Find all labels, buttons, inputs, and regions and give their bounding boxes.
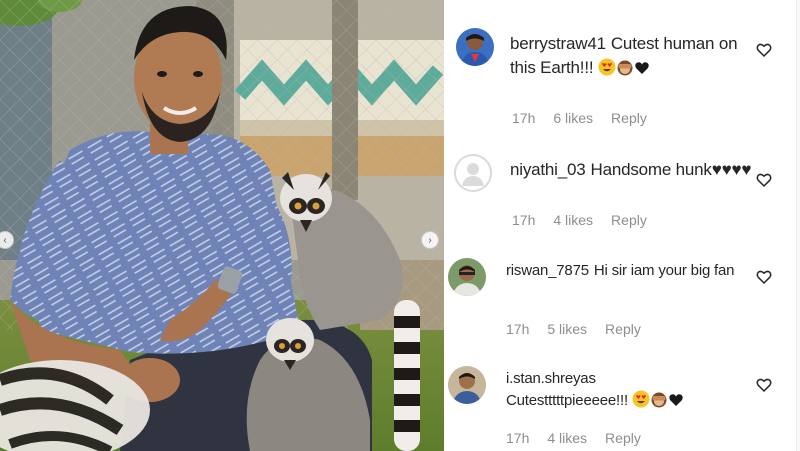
comment-likes[interactable]: 4 likes — [553, 212, 593, 228]
carousel-next-button[interactable]: › — [421, 231, 439, 249]
comment-likes[interactable]: 5 likes — [547, 321, 587, 337]
like-heart-icon[interactable] — [756, 172, 772, 188]
comment-likes[interactable]: 4 likes — [547, 430, 587, 446]
black-heart-emoji — [634, 59, 650, 83]
comment-meta: 17h 5 likes Reply — [506, 321, 641, 337]
comment-text: berrystraw41 Cutest human on this Earth!!… — [510, 32, 760, 83]
comment-item: i.stan.shreyas Cutestttttpieeeee!!! 17h … — [444, 360, 800, 451]
like-heart-icon[interactable] — [756, 42, 772, 58]
comment-time: 17h — [512, 212, 536, 228]
chevron-left-icon: ‹ — [3, 234, 7, 246]
default-avatar-icon — [454, 154, 492, 192]
comment-text: niyathi_03 Handsome hunk♥♥♥♥ — [510, 158, 770, 182]
avatar[interactable] — [448, 258, 486, 296]
comment-item: niyathi_03 Handsome hunk♥♥♥♥ 17h 4 likes … — [444, 140, 800, 250]
chevron-right-icon: › — [428, 234, 432, 246]
reply-button[interactable]: Reply — [611, 110, 647, 126]
comments-panel: berrystraw41 Cutest human on this Earth!!… — [444, 0, 800, 451]
see-no-evil-monkey-emoji — [650, 390, 668, 415]
comment-likes[interactable]: 6 likes — [553, 110, 593, 126]
comment-meta: 17h 6 likes Reply — [512, 110, 647, 126]
comment-username[interactable]: berrystraw41 — [510, 34, 606, 53]
comment-body: Hi sir iam your big fan — [593, 262, 735, 279]
comment-item: riswan_7875 Hi sir iam your big fan 17h 5… — [444, 250, 800, 360]
post-photo: ‹ › — [0, 0, 444, 451]
comment-username[interactable]: i.stan.shreyas — [506, 368, 766, 390]
see-no-evil-monkey-emoji — [616, 58, 634, 83]
heart-eyes-emoji — [632, 390, 650, 415]
heart-eyes-emoji — [598, 58, 616, 83]
post-photo-illustration — [0, 0, 444, 451]
comment-body: Handsome hunk♥♥♥♥ — [590, 160, 752, 179]
avatar[interactable] — [448, 366, 486, 404]
profile-photo-icon — [448, 366, 486, 404]
comment-item: berrystraw41 Cutest human on this Earth!!… — [444, 0, 800, 140]
comment-username[interactable]: riswan_7875 — [506, 262, 589, 279]
reply-button[interactable]: Reply — [611, 212, 647, 228]
like-heart-icon[interactable] — [756, 269, 772, 285]
comment-body: Cutestttttpieeeee!!! — [506, 392, 628, 409]
scrollbar[interactable] — [796, 0, 800, 451]
like-heart-icon[interactable] — [756, 377, 772, 393]
comment-time: 17h — [506, 321, 530, 337]
profile-photo-icon — [456, 28, 494, 66]
black-heart-emoji — [668, 392, 684, 415]
avatar[interactable] — [454, 154, 492, 192]
avatar[interactable] — [456, 28, 494, 66]
comment-time: 17h — [506, 430, 530, 446]
comment-meta: 17h 4 likes Reply — [506, 430, 641, 446]
reply-button[interactable]: Reply — [605, 321, 641, 337]
comment-text: i.stan.shreyas Cutestttttpieeeee!!! — [506, 368, 766, 415]
profile-photo-icon — [448, 258, 486, 296]
comment-text: riswan_7875 Hi sir iam your big fan — [506, 260, 766, 282]
comment-username[interactable]: niyathi_03 — [510, 160, 586, 179]
reply-button[interactable]: Reply — [605, 430, 641, 446]
comment-meta: 17h 4 likes Reply — [512, 212, 647, 228]
comment-time: 17h — [512, 110, 536, 126]
